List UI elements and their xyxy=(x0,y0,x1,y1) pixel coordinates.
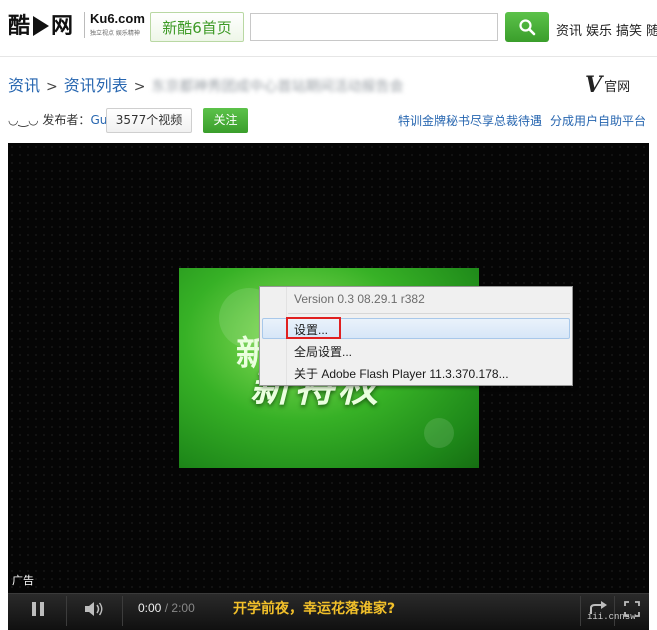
menu-separator xyxy=(288,313,570,314)
control-divider xyxy=(122,596,123,626)
video-count-button[interactable]: 3577个视频 xyxy=(106,108,192,133)
logo-cn-a: 酷 xyxy=(8,14,32,39)
play-logo-icon xyxy=(33,16,50,36)
watermark: iii.cnnsw xyxy=(587,612,636,622)
logo-divider xyxy=(84,12,85,38)
search-button[interactable] xyxy=(505,12,549,42)
logo-cn-b: 网 xyxy=(51,14,75,39)
v-brand-icon: V xyxy=(585,72,603,98)
home-button[interactable]: 新酷6首页 xyxy=(150,12,244,42)
smiley-icon: ◡‿◡ xyxy=(8,113,39,127)
breadcrumb-news[interactable]: 资讯 xyxy=(8,76,40,95)
bokeh-circle xyxy=(424,418,454,448)
time-display: 0:00 / 2:00 xyxy=(138,601,195,615)
volume-icon[interactable] xyxy=(84,601,104,617)
menu-version: Version 0.3 08.29.1 r382 xyxy=(294,292,425,306)
breadcrumb-current: 东京都神秀团成中心首站期间活动报告会 xyxy=(151,79,404,95)
publisher-label: 发布者： xyxy=(42,113,91,127)
follow-button[interactable]: 关注 xyxy=(203,108,248,133)
promo-link-revenue-share[interactable]: 分成用户自助平台 xyxy=(550,114,646,128)
search-input[interactable] xyxy=(250,13,498,41)
site-logo[interactable]: 酷网 xyxy=(8,8,74,40)
publisher-row: ◡‿◡ 发布者：Gu xyxy=(8,111,107,128)
breadcrumb-separator: > xyxy=(46,79,58,95)
search-icon xyxy=(519,19,536,36)
publisher-name[interactable]: Gu xyxy=(90,113,107,127)
annotation-box xyxy=(286,317,341,339)
pause-icon[interactable] xyxy=(31,601,45,617)
nav-item-news[interactable]: 资讯 xyxy=(556,24,582,39)
time-separator: / xyxy=(164,601,169,615)
control-divider xyxy=(580,596,581,626)
logo-domain: Ku6.com xyxy=(90,11,145,26)
brand-badge[interactable]: V 官网 xyxy=(585,72,630,98)
time-total: 2:00 xyxy=(171,601,195,615)
menu-item-about-flash[interactable]: 关于 Adobe Flash Player 11.3.370.178... xyxy=(294,365,509,382)
breadcrumb: 资讯 > 资讯列表 > 东京都神秀团成中心首站期间活动报告会 xyxy=(8,72,404,96)
control-divider xyxy=(66,596,67,626)
breadcrumb-news-list[interactable]: 资讯列表 xyxy=(64,76,128,95)
menu-item-global-settings[interactable]: 全局设置... xyxy=(294,343,352,360)
ad-label: 广告 xyxy=(12,574,34,587)
logo-slogan: 独立视点 娱乐精神 xyxy=(90,30,140,37)
nav-item-entertainment[interactable]: 娱乐 xyxy=(586,24,612,39)
promo-link-secretary[interactable]: 特训金牌秘书尽享总裁待遇 xyxy=(398,114,542,128)
nav-item-create[interactable]: 随创 xyxy=(646,24,657,39)
promo-ticker[interactable]: 开学前夜，幸运花落谁家? xyxy=(233,598,395,618)
brand-badge-label: 官网 xyxy=(604,79,631,95)
top-nav: 资讯娱乐搞笑随创 xyxy=(556,20,657,39)
nav-item-funny[interactable]: 搞笑 xyxy=(616,24,642,39)
breadcrumb-separator: > xyxy=(133,79,146,95)
promo-links: 特训金牌秘书尽享总裁待遇 分成用户自助平台 xyxy=(398,112,654,129)
time-current: 0:00 xyxy=(138,601,162,615)
